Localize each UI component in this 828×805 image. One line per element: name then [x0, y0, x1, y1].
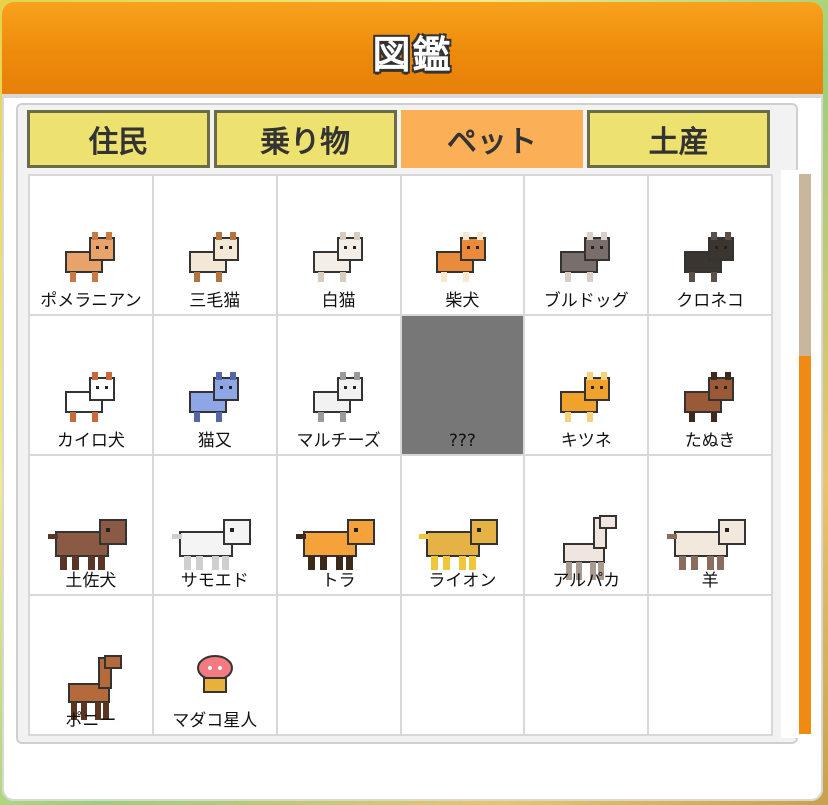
empty-slot — [525, 596, 648, 734]
pet-cell[interactable]: たぬき — [649, 316, 771, 454]
tab-pets[interactable]: ペット — [400, 110, 584, 168]
pet-name: ??? — [448, 431, 476, 451]
black-cat-icon — [684, 232, 735, 282]
tab-souvenirs[interactable]: 土産 — [587, 110, 770, 168]
tab-residents[interactable]: 住民 — [27, 110, 210, 168]
octopus-alien-icon — [196, 655, 233, 693]
bulldog-icon — [560, 232, 611, 282]
pet-cell[interactable]: 羊 — [649, 456, 771, 594]
pet-name: カイロ犬 — [56, 431, 125, 451]
pet-name: ブルドッグ — [543, 291, 629, 311]
pet-cell[interactable]: カイロ犬 — [30, 316, 152, 454]
pet-name: サモエド — [180, 571, 249, 591]
pet-cell[interactable]: 猫又 — [153, 316, 276, 454]
scrollbar[interactable] — [781, 170, 814, 738]
pet-cell[interactable]: ライオン — [401, 456, 524, 594]
pet-cell[interactable]: トラ — [277, 456, 400, 594]
pet-cell[interactable]: キツネ — [525, 316, 648, 454]
pet-cell[interactable]: ポメラニアン — [30, 176, 152, 314]
pet-name: 三毛猫 — [189, 291, 241, 311]
pet-cell[interactable]: 柴犬 — [401, 176, 524, 314]
pet-cell[interactable]: ポニー — [30, 596, 152, 734]
scroll-track-upper[interactable] — [799, 174, 811, 356]
encyclopedia-window: 図鑑 住民 乗り物 ペット 土産 ポメラニアン 三毛猫 白猫 柴犬 ブルドッグ クロネコカ… — [2, 2, 823, 801]
maltese-icon — [312, 372, 363, 422]
pet-cell[interactable]: アルパカ — [525, 456, 648, 594]
pet-name: たぬき — [684, 431, 736, 451]
pet-name: マルチーズ — [296, 431, 381, 451]
pet-name: アルパカ — [552, 571, 621, 591]
pet-name: 柴犬 — [445, 291, 480, 311]
pet-name: キツネ — [560, 431, 612, 451]
pet-cell[interactable]: クロネコ — [649, 176, 771, 314]
pet-name: ライオン — [428, 571, 497, 591]
pet-cell[interactable]: ブルドッグ — [525, 176, 648, 314]
pet-grid: ポメラニアン 三毛猫 白猫 柴犬 ブルドッグ クロネコカイロ犬 猫又 マルチーズ??? キツネ た… — [28, 174, 773, 736]
pet-name: ポニー — [65, 711, 117, 731]
white-cat-icon — [312, 232, 363, 282]
window-title: 図鑑 — [372, 33, 453, 77]
empty-slot — [649, 596, 771, 734]
pet-name: クロネコ — [676, 291, 744, 311]
empty-slot — [277, 596, 400, 734]
pet-cell[interactable]: 土佐犬 — [30, 456, 152, 594]
pet-name: ポメラニアン — [40, 291, 142, 311]
pet-name: マダコ星人 — [172, 711, 258, 731]
pomeranian-icon — [64, 232, 115, 282]
content-panel: 住民 乗り物 ペット 土産 ポメラニアン 三毛猫 白猫 柴犬 ブルドッグ クロネコカイロ犬… — [16, 103, 798, 744]
tanuki-icon — [684, 372, 735, 422]
pet-name: 白猫 — [321, 291, 356, 311]
title-bar: 図鑑 — [2, 2, 823, 98]
category-tabs: 住民 乗り物 ペット 土産 — [27, 110, 770, 168]
pet-name: 羊 — [701, 571, 719, 591]
pet-cell[interactable]: 三毛猫 — [153, 176, 276, 314]
pet-cell[interactable]: サモエド — [153, 456, 276, 594]
tab-vehicles[interactable]: 乗り物 — [213, 110, 397, 168]
nekomata-icon — [188, 372, 239, 422]
pet-name: 猫又 — [197, 431, 232, 451]
pet-cell[interactable]: マルチーズ — [277, 316, 400, 454]
pet-name: トラ — [321, 571, 356, 591]
fox-icon — [560, 372, 611, 422]
empty-slot — [401, 596, 524, 734]
scroll-thumb[interactable] — [799, 356, 811, 734]
pet-cell[interactable]: マダコ星人 — [153, 596, 276, 734]
calico-cat-icon — [188, 232, 239, 282]
pet-cell[interactable]: 白猫 — [277, 176, 400, 314]
pet-name: 土佐犬 — [65, 571, 117, 591]
kairo-dog-icon — [64, 372, 115, 422]
shiba-icon — [436, 232, 487, 282]
pet-cell[interactable]: ??? — [401, 316, 524, 454]
